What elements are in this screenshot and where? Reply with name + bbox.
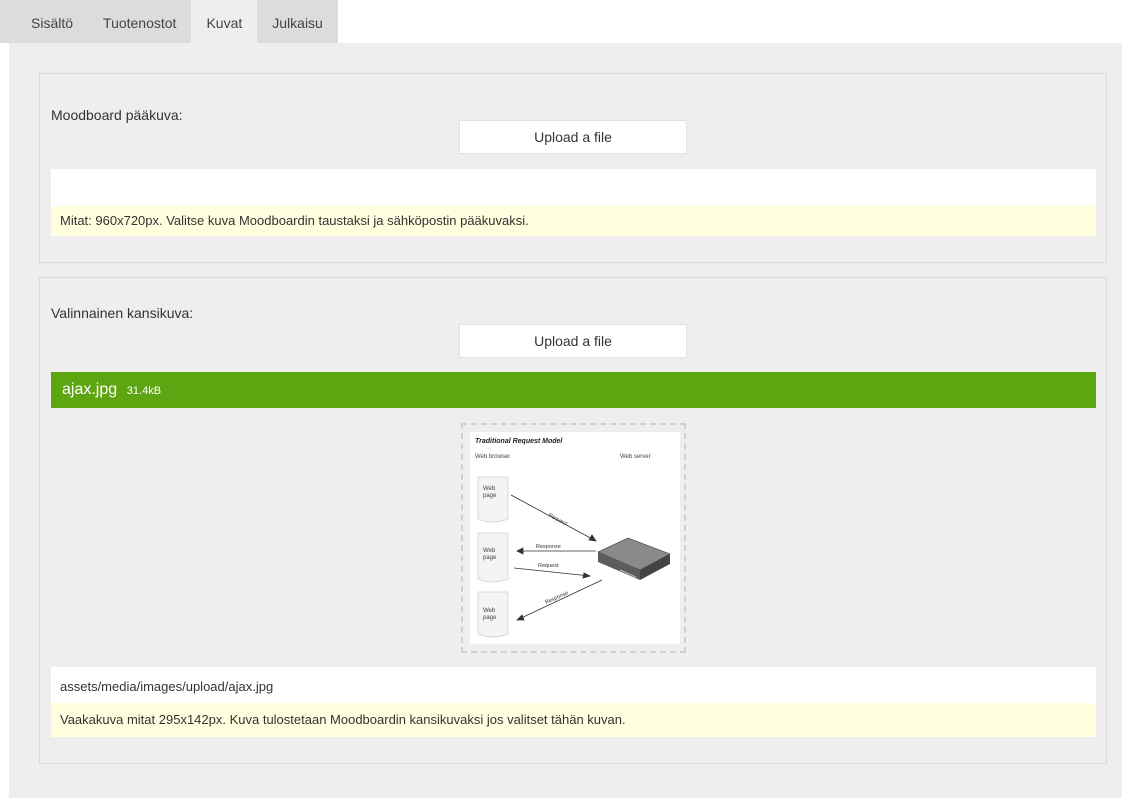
tab-bar: Sisältö Tuotenostot Kuvat Julkaisu xyxy=(0,0,338,43)
preview-response-label-2: Response xyxy=(544,590,569,606)
uploaded-file-size: 31.4kB xyxy=(126,385,162,397)
svg-text:Web: Web xyxy=(483,608,496,614)
main-image-upload-button[interactable]: Upload a file xyxy=(459,120,687,154)
cover-image-path-field[interactable]: assets/media/images/upload/ajax.jpg xyxy=(51,667,1096,703)
tab-tuotenostot[interactable]: Tuotenostot xyxy=(88,0,192,43)
cover-image-hint: Vaakakuva mitat 295x142px. Kuva tulostet… xyxy=(51,703,1096,737)
image-preview[interactable]: Traditional Request Model Web browser We… xyxy=(470,432,680,644)
tab-content-panel: Moodboard pääkuva: Upload a file Mitat: … xyxy=(9,43,1122,798)
svg-text:page: page xyxy=(483,493,497,499)
preview-web-browser: Web browser xyxy=(475,454,510,460)
preview-page-3: Web page xyxy=(477,591,509,638)
tab-julkaisu[interactable]: Julkaisu xyxy=(257,0,338,43)
uploaded-file-name: ajax.jpg xyxy=(62,381,118,398)
preview-title: Traditional Request Model xyxy=(475,438,563,445)
tab-sisalto[interactable]: Sisältö xyxy=(0,0,89,43)
preview-response-label-1: Response xyxy=(536,544,561,550)
tab-kuvat[interactable]: Kuvat xyxy=(191,0,258,43)
image-preview-frame: Traditional Request Model Web browser We… xyxy=(461,423,686,653)
preview-web-server: Web server xyxy=(620,454,651,460)
uploaded-file-bar: ajax.jpg 31.4kB xyxy=(51,372,1096,408)
cover-image-upload-button[interactable]: Upload a file xyxy=(459,324,687,358)
preview-request-label-2: Request xyxy=(538,563,559,569)
svg-text:Web: Web xyxy=(483,548,496,554)
main-image-path-field[interactable] xyxy=(51,169,1096,206)
cover-image-fieldset: Valinnainen kansikuva: Upload a file aja… xyxy=(39,277,1107,764)
cover-image-label: Valinnainen kansikuva: xyxy=(51,305,194,321)
svg-text:page: page xyxy=(483,555,497,561)
preview-server-icon xyxy=(597,537,671,580)
preview-page-1: Web page xyxy=(477,476,509,523)
main-image-label: Moodboard pääkuva: xyxy=(51,107,183,123)
main-image-hint: Mitat: 960x720px. Valitse kuva Moodboard… xyxy=(51,206,1096,236)
preview-request-label-1: Request xyxy=(547,512,568,527)
svg-text:page: page xyxy=(483,615,497,621)
main-image-fieldset: Moodboard pääkuva: Upload a file Mitat: … xyxy=(39,73,1107,263)
preview-page-2: Web page xyxy=(477,532,509,583)
svg-text:Web: Web xyxy=(483,486,496,492)
